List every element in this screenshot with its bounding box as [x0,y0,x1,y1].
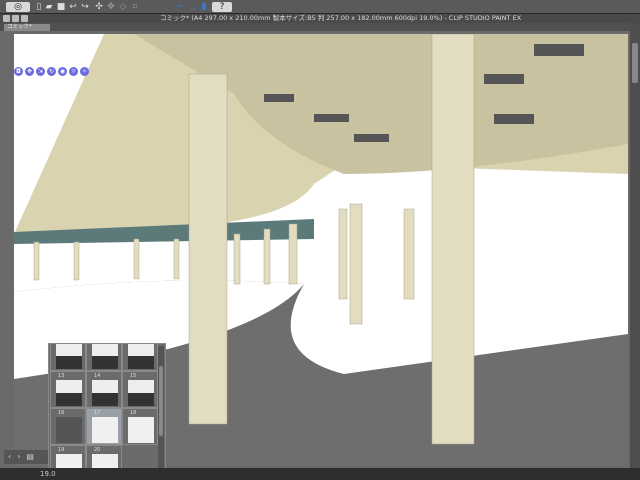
page-number: 15 [130,373,137,379]
page-preview [92,344,118,369]
page-number: 20 [94,447,101,453]
page-preview [128,380,154,406]
page-preview [56,344,82,369]
page-preview [92,380,118,406]
page-list-icon[interactable]: ▤ [26,450,34,464]
prev-page-button[interactable]: ‹ [8,450,11,464]
page-thumbnail[interactable] [122,344,158,371]
tab-bar: コミック* [0,23,630,31]
snap-icon[interactable]: ⌐ [176,2,186,12]
open-icon[interactable]: ▰ [44,2,54,12]
page-number: 13 [58,373,65,379]
page-number: 19 [58,447,65,453]
panel-scrollbar[interactable] [158,346,164,474]
page-number: 16 [58,410,65,416]
move-icon[interactable]: ✥ [106,2,116,12]
transform-icon[interactable]: ✣ [94,2,104,12]
zoom-level[interactable]: 19.0 [40,468,56,480]
close-window-button[interactable] [3,15,10,22]
page-number: 17 [94,410,101,416]
window-title: コミック* (A4 297.00 x 210.00mm 製本サイズ:B5 判 2… [160,14,522,22]
title-bar: コミック* (A4 297.00 x 210.00mm 製本サイズ:B5 判 2… [0,14,640,23]
page-thumbnail[interactable]: 14 [86,371,122,408]
view-icon[interactable]: ◎ [6,2,30,12]
new-icon[interactable]: ▯ [34,2,44,12]
lock-icon[interactable]: ◘ [14,67,23,76]
page-thumbnail[interactable]: 13 [50,371,86,408]
page-navigation: ‹ › ▤ [4,450,48,464]
guide-icon[interactable]: ▮ [200,2,208,12]
page-preview [128,417,154,443]
layer-operation-icons: ◘ ✥ ⇲ ↻ ◉ ☼ ✧ [14,67,89,76]
status-bar: 19.0 [0,468,640,480]
scale-icon[interactable]: ⇲ [36,67,45,76]
page-preview [56,417,82,443]
tab-comic[interactable]: コミック* [4,24,50,31]
minimize-window-button[interactable] [12,15,19,22]
page-number: 14 [94,373,101,379]
save-icon[interactable]: ■ [56,2,66,12]
next-page-button[interactable]: › [17,450,20,464]
vertical-scrollbar[interactable] [630,23,640,468]
undo-icon[interactable]: ↩ [68,2,78,12]
page-thumbnail-panel: 13 14 15 16 17 18 19 20 [48,343,166,477]
fill-icon[interactable]: ◇ [118,2,128,12]
help-icon[interactable]: ? [212,2,232,12]
ruler-icon[interactable]: ◡ [188,2,198,12]
scrollbar-thumb[interactable] [632,43,638,83]
page-thumbnail[interactable]: 18 [122,408,158,445]
page-thumbnail[interactable]: 17 [86,408,122,445]
page-thumbnail[interactable] [86,344,122,371]
move-icon[interactable]: ✥ [25,67,34,76]
page-thumbnail[interactable]: 15 [122,371,158,408]
maximize-window-button[interactable] [21,15,28,22]
toolbar: ◎ ▯ ▰ ■ ↩ ↪ ✣ ✥ ◇ ⌗ ⌐ ◡ ▮ ? [0,0,640,14]
page-thumbnail[interactable] [50,344,86,371]
redo-icon[interactable]: ↪ [80,2,90,12]
page-preview [128,344,154,369]
page-thumbnail[interactable]: 16 [50,408,86,445]
crop-icon[interactable]: ⌗ [130,2,140,12]
light-icon[interactable]: ☼ [69,67,78,76]
camera-icon[interactable]: ◉ [58,67,67,76]
page-preview [56,380,82,406]
page-preview [92,417,118,443]
panel-scrollbar-thumb[interactable] [159,366,163,436]
page-number: 18 [130,410,137,416]
rotate-icon[interactable]: ↻ [47,67,56,76]
pose-icon[interactable]: ✧ [80,67,89,76]
